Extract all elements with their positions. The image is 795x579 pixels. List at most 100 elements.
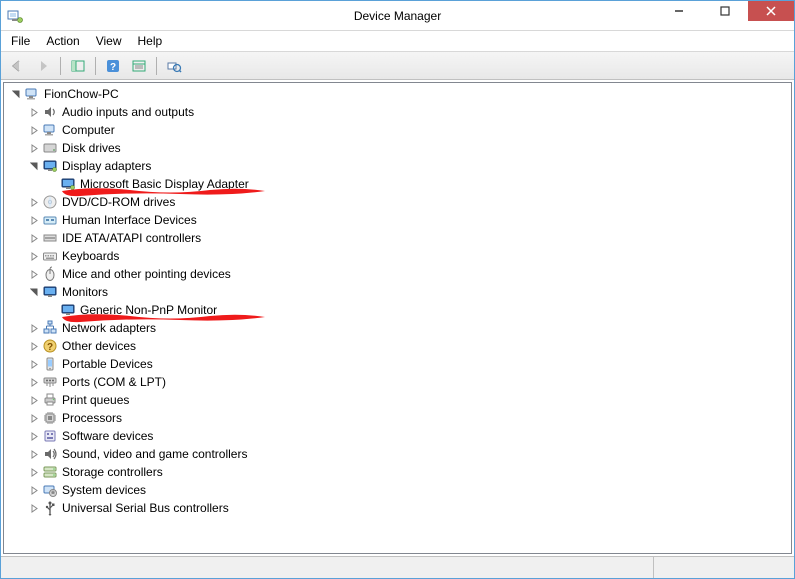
expander-closed[interactable] [26, 140, 42, 156]
tree-category[interactable]: Computer [4, 121, 791, 139]
tree-category[interactable]: Print queues [4, 391, 791, 409]
expander-closed[interactable] [26, 122, 42, 138]
tree-category-label: Storage controllers [62, 465, 163, 479]
expander-closed[interactable] [26, 194, 42, 210]
mouse-icon [42, 266, 58, 282]
tree-category[interactable]: IDE ATA/ATAPI controllers [4, 229, 791, 247]
window-controls [656, 1, 794, 30]
cdrom-icon [42, 194, 58, 210]
tree-category-label: Display adapters [62, 159, 151, 173]
tree-category-label: Disk drives [62, 141, 121, 155]
tree-category-label: Monitors [62, 285, 108, 299]
status-left [1, 557, 654, 578]
forward-button[interactable] [31, 55, 55, 77]
computer-root-icon [24, 86, 40, 102]
monitor-icon [60, 302, 76, 318]
expander-open[interactable] [26, 284, 42, 300]
menu-file[interactable]: File [3, 32, 38, 50]
display-icon [60, 176, 76, 192]
printer-icon [42, 392, 58, 408]
tree-root[interactable]: FionChow-PC [4, 85, 791, 103]
expander-closed[interactable] [26, 104, 42, 120]
tree-category[interactable]: DVD/CD-ROM drives [4, 193, 791, 211]
tree-device-label: Microsoft Basic Display Adapter [80, 177, 249, 191]
menu-view[interactable]: View [88, 32, 130, 50]
tree-category[interactable]: Audio inputs and outputs [4, 103, 791, 121]
tree-category[interactable]: Portable Devices [4, 355, 791, 373]
tree-category-label: System devices [62, 483, 146, 497]
tree-category[interactable]: Ports (COM & LPT) [4, 373, 791, 391]
tree-category-label: Audio inputs and outputs [62, 105, 194, 119]
expander-closed[interactable] [26, 212, 42, 228]
showhide-button[interactable] [66, 55, 90, 77]
expander-closed[interactable] [26, 428, 42, 444]
tree-category[interactable]: Sound, video and game controllers [4, 445, 791, 463]
expander-closed[interactable] [26, 500, 42, 516]
tree-category-label: Sound, video and game controllers [62, 447, 247, 461]
minimize-button[interactable] [656, 1, 702, 21]
system-icon [42, 482, 58, 498]
computer-icon [42, 122, 58, 138]
sound-icon [42, 446, 58, 462]
hid-icon [42, 212, 58, 228]
tree-device-label: Generic Non-PnP Monitor [80, 303, 217, 317]
menu-action[interactable]: Action [38, 32, 87, 50]
expander-open[interactable] [26, 158, 42, 174]
audio-icon [42, 104, 58, 120]
tree-category[interactable]: Monitors [4, 283, 791, 301]
tree-category[interactable]: System devices [4, 481, 791, 499]
maximize-button[interactable] [702, 1, 748, 21]
tree-category[interactable]: Mice and other pointing devices [4, 265, 791, 283]
tree-category-label: Other devices [62, 339, 136, 353]
tree-category[interactable]: Display adapters [4, 157, 791, 175]
expander-closed[interactable] [26, 248, 42, 264]
expander-closed[interactable] [26, 410, 42, 426]
expander-closed[interactable] [26, 338, 42, 354]
expander-none [44, 176, 60, 192]
ports-icon [42, 374, 58, 390]
disk-icon [42, 140, 58, 156]
expander-closed[interactable] [26, 266, 42, 282]
tree-category[interactable]: Software devices [4, 427, 791, 445]
expander-closed[interactable] [26, 230, 42, 246]
tree-device[interactable]: Microsoft Basic Display Adapter [4, 175, 791, 193]
back-button[interactable] [5, 55, 29, 77]
tree-category-label: DVD/CD-ROM drives [62, 195, 175, 209]
tree-root-label: FionChow-PC [44, 87, 119, 101]
menubar: File Action View Help [1, 31, 794, 52]
tree-category-label: Universal Serial Bus controllers [62, 501, 229, 515]
expander-closed[interactable] [26, 320, 42, 336]
tree-category[interactable]: Keyboards [4, 247, 791, 265]
tree-category-label: Computer [62, 123, 115, 137]
app-icon [7, 8, 23, 24]
tree-category[interactable]: Storage controllers [4, 463, 791, 481]
expander-closed[interactable] [26, 392, 42, 408]
tree-category[interactable]: Network adapters [4, 319, 791, 337]
tree-category[interactable]: Disk drives [4, 139, 791, 157]
usb-icon [42, 500, 58, 516]
tree-category[interactable]: Processors [4, 409, 791, 427]
expander-closed[interactable] [26, 374, 42, 390]
expander-open[interactable] [8, 86, 24, 102]
properties-button[interactable] [127, 55, 151, 77]
tree-category-label: Network adapters [62, 321, 156, 335]
expander-closed[interactable] [26, 464, 42, 480]
network-icon [42, 320, 58, 336]
tree-category[interactable]: Universal Serial Bus controllers [4, 499, 791, 517]
scan-button[interactable] [162, 55, 186, 77]
toolbar-separator [60, 57, 61, 75]
menu-help[interactable]: Help [130, 32, 171, 50]
tree-category[interactable]: ? Other devices [4, 337, 791, 355]
tree-device[interactable]: Generic Non-PnP Monitor [4, 301, 791, 319]
monitor-icon [42, 284, 58, 300]
tree-category[interactable]: Human Interface Devices [4, 211, 791, 229]
expander-closed[interactable] [26, 446, 42, 462]
device-tree[interactable]: FionChow-PC Audio inputs and outputs Com… [3, 82, 792, 554]
toolbar-separator [156, 57, 157, 75]
ide-icon [42, 230, 58, 246]
expander-closed[interactable] [26, 482, 42, 498]
expander-closed[interactable] [26, 356, 42, 372]
close-button[interactable] [748, 1, 794, 21]
tree-category-label: Software devices [62, 429, 153, 443]
help-button[interactable]: ? [101, 55, 125, 77]
